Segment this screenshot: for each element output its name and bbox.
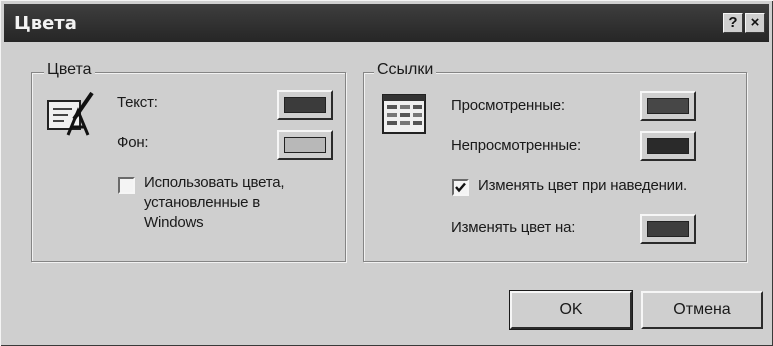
checkmark-icon bbox=[455, 182, 466, 193]
links-group: Ссылки Просмотренные: Непросмотренные: И… bbox=[363, 61, 747, 262]
visited-links-color-button[interactable] bbox=[640, 91, 696, 121]
hover-color-swatch bbox=[647, 221, 689, 237]
hover-color-label: Изменять цвет при наведении. bbox=[478, 177, 687, 194]
colors-group: Цвета Текст: Фон: Использовать цвета, ус… bbox=[31, 61, 346, 262]
colors-dialog: Цвета ? × Цвета Текст: Фон: Использовать… bbox=[0, 0, 773, 346]
colors-group-label: Цвета bbox=[44, 61, 95, 79]
title-bar: Цвета ? × bbox=[4, 4, 769, 42]
background-color-label: Фон: bbox=[117, 134, 149, 151]
background-color-button[interactable] bbox=[277, 130, 333, 160]
use-windows-colors-checkbox[interactable] bbox=[118, 177, 135, 194]
dialog-title: Цвета bbox=[14, 13, 77, 34]
text-color-swatch bbox=[284, 97, 326, 113]
use-windows-colors-label-line3: Windows bbox=[144, 214, 204, 231]
use-windows-colors-label-line2: установленные в bbox=[144, 194, 261, 211]
unvisited-links-label: Непросмотренные: bbox=[451, 137, 582, 154]
hover-color-button[interactable] bbox=[640, 214, 696, 244]
close-button[interactable]: × bbox=[745, 13, 765, 33]
use-windows-colors-label-line1: Использовать цвета, bbox=[144, 174, 285, 191]
hover-color-to-label: Изменять цвет на: bbox=[451, 219, 576, 236]
text-color-icon bbox=[46, 89, 96, 142]
hover-color-checkbox[interactable] bbox=[452, 179, 469, 196]
text-color-button[interactable] bbox=[277, 90, 333, 120]
cancel-button[interactable]: Отмена bbox=[641, 291, 763, 329]
unvisited-links-color-button[interactable] bbox=[640, 131, 696, 161]
web-page-icon bbox=[382, 94, 426, 139]
links-group-label: Ссылки bbox=[374, 61, 437, 79]
ok-button[interactable]: OK bbox=[509, 290, 633, 330]
help-button[interactable]: ? bbox=[723, 13, 743, 33]
visited-links-color-swatch bbox=[647, 98, 689, 114]
unvisited-links-color-swatch bbox=[647, 138, 689, 154]
visited-links-label: Просмотренные: bbox=[451, 97, 565, 114]
background-color-swatch bbox=[284, 137, 326, 153]
text-color-label: Текст: bbox=[117, 94, 158, 111]
